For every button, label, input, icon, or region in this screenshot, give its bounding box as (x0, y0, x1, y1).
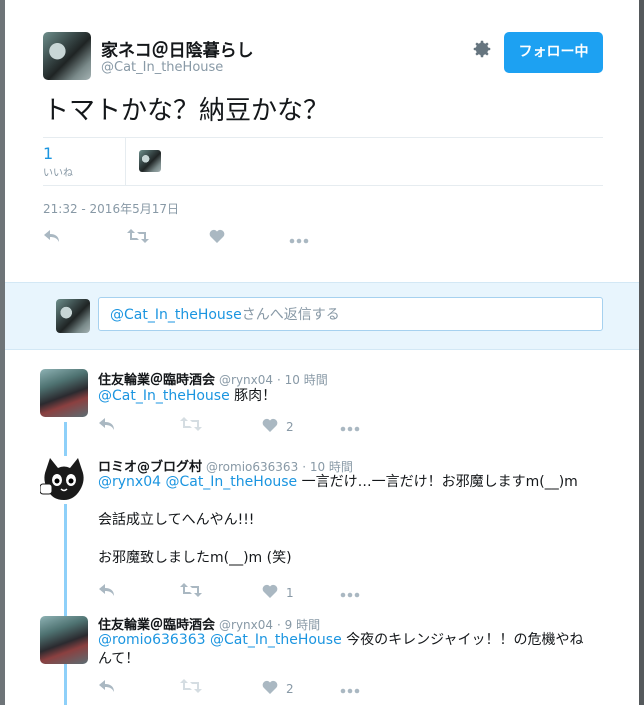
reply-text: @Cat_In_theHouse 豚肉！ (98, 388, 277, 404)
reply-icon[interactable] (43, 228, 61, 250)
author-name[interactable]: 家ネコ＠日陰暮らし (101, 36, 254, 61)
like-icon[interactable]: 1 (262, 582, 294, 604)
reply-text-line: お邪魔致しましたm(__)m (笑) (98, 550, 292, 566)
tweet-actions (43, 228, 343, 250)
reply-actions: 1 (98, 582, 398, 602)
retweet-icon[interactable] (180, 678, 202, 700)
reply-time[interactable]: · 10 時間 (277, 373, 328, 387)
retweet-icon[interactable] (180, 416, 202, 438)
more-icon[interactable] (340, 582, 360, 604)
likes-label: いいね (43, 168, 73, 179)
reply-time[interactable]: · 10 時間 (302, 460, 353, 474)
reply-text-line: 会話成立してへんやん!!! (98, 512, 255, 528)
like-count: 2 (286, 420, 294, 434)
like-count: 1 (286, 586, 294, 600)
reply-icon[interactable] (98, 582, 116, 604)
reply-placeholder: さんへ返信する (241, 307, 340, 323)
thread-line (64, 504, 67, 705)
more-icon[interactable] (289, 228, 309, 250)
reply-actions: 2 (98, 678, 398, 698)
reply-text: @rynx04 @Cat_In_theHouse 一言だけ…一言だけ！お邪魔しま… (98, 474, 578, 490)
likes-count[interactable]: 1 (43, 144, 53, 163)
divider (125, 138, 126, 185)
reply-handle[interactable]: @rynx04 (219, 618, 273, 632)
mention-link[interactable]: @rynx04 @Cat_In_theHouse (98, 474, 297, 490)
like-icon[interactable] (209, 228, 225, 250)
tweet-modal: 家ネコ＠日陰暮らし @Cat_In_theHouse フォロー中 トマトかな？納… (5, 0, 639, 705)
author-avatar[interactable] (43, 32, 91, 80)
reply-icon[interactable] (98, 416, 116, 438)
like-icon[interactable]: 2 (262, 678, 294, 700)
reply-time[interactable]: · 9 時間 (277, 618, 320, 632)
retweet-icon[interactable] (127, 228, 149, 250)
tweet-stats: 1 いいね (43, 137, 603, 186)
like-icon[interactable]: 2 (262, 416, 294, 438)
following-button[interactable]: フォロー中 (504, 32, 603, 73)
liker-avatar[interactable] (139, 150, 161, 172)
reply-mention: @Cat_In_theHouse (110, 307, 242, 323)
gear-icon[interactable] (470, 38, 494, 62)
reply-icon[interactable] (98, 678, 116, 700)
my-avatar (56, 299, 90, 333)
reply-author[interactable]: 住友輪業＠臨時酒会 @rynx04 · 10 時間 (98, 369, 328, 388)
reply-actions: 2 (98, 416, 398, 436)
reply-handle[interactable]: @rynx04 (219, 373, 273, 387)
mention-link[interactable]: @Cat_In_theHouse (98, 388, 230, 404)
mention-link[interactable]: @romio636363 @Cat_In_theHouse (98, 632, 342, 648)
more-icon[interactable] (340, 416, 360, 438)
reply-handle[interactable]: @romio636363 (206, 460, 298, 474)
retweet-icon[interactable] (180, 582, 202, 604)
tweet-text: トマトかな？納豆かな？ (43, 96, 330, 126)
reply-input[interactable]: @Cat_In_theHouseさんへ返信する (98, 297, 603, 331)
more-icon[interactable] (340, 678, 360, 700)
reply-avatar[interactable] (40, 616, 88, 664)
reply-composer: @Cat_In_theHouseさんへ返信する (5, 282, 639, 350)
reply-text: @romio636363 @Cat_In_theHouse 今夜のキレンジャイッ… (98, 632, 584, 667)
cat-avatar-icon[interactable] (39, 456, 88, 504)
reply-avatar[interactable] (40, 369, 88, 417)
author-handle[interactable]: @Cat_In_theHouse (101, 60, 223, 75)
tweet-timestamp: 21:32 - 2016年5月17日 (43, 202, 179, 216)
main-tweet: 家ネコ＠日陰暮らし @Cat_In_theHouse フォロー中 トマトかな？納… (5, 0, 639, 282)
like-count: 2 (286, 682, 294, 696)
backdrop (639, 0, 644, 705)
